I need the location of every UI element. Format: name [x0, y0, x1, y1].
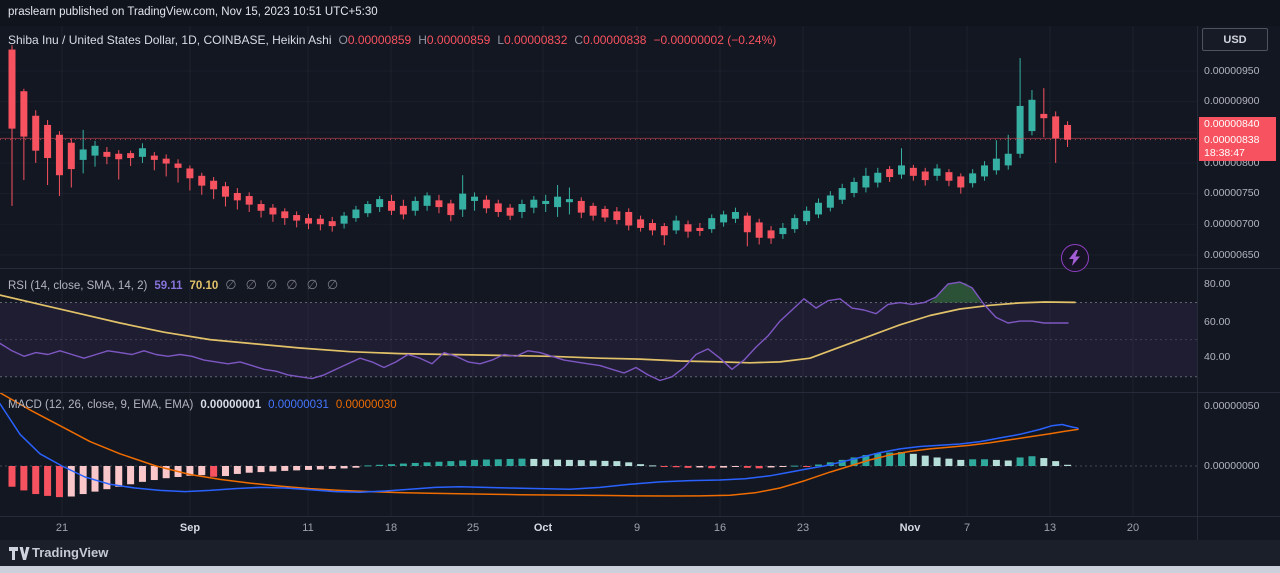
- empty-indicator-slot: ∅: [266, 277, 277, 292]
- axis-label: 40.00: [1204, 351, 1230, 363]
- ohlc-high: H0.00000859: [418, 31, 490, 49]
- empty-indicator-slot: ∅: [246, 277, 257, 292]
- axis-label: 80.00: [1204, 278, 1230, 290]
- time-label: 21: [56, 522, 68, 534]
- empty-indicator-slot: ∅: [225, 277, 236, 292]
- currency-toggle-button[interactable]: USD: [1202, 28, 1268, 51]
- macd-signal-value: 0.00000030: [336, 399, 397, 411]
- rsi-ma-value: 70.10: [190, 280, 219, 292]
- time-label: 16: [714, 522, 726, 534]
- alert-price-label[interactable]: 0.00000840: [1199, 117, 1276, 133]
- time-label: 18: [385, 522, 397, 534]
- time-label: 9: [634, 522, 640, 534]
- axis-label: 0.00000700: [1204, 218, 1259, 230]
- empty-indicator-slot: ∅: [327, 277, 338, 292]
- macd-line-value: 0.00000031: [268, 399, 329, 411]
- time-label: Sep: [180, 522, 200, 534]
- time-label: 7: [964, 522, 970, 534]
- time-label: Oct: [534, 522, 552, 534]
- time-label: 20: [1127, 522, 1139, 534]
- rsi-legend: RSI (14, close, SMA, 14, 2) 59.11 70.10 …: [8, 276, 347, 294]
- symbol-title[interactable]: Shiba Inu / United States Dollar, 1D, CO…: [8, 33, 331, 47]
- axis-label: 0.00000750: [1204, 187, 1259, 199]
- rsi-value: 59.11: [154, 280, 182, 292]
- footer-bar: TradingView: [0, 540, 1280, 566]
- axis-label: 0.00000050: [1204, 400, 1259, 412]
- symbol-legend: Shiba Inu / United States Dollar, 1D, CO…: [8, 31, 776, 49]
- axis-label: 0.00000900: [1204, 95, 1259, 107]
- ohlc-low: L0.00000832: [497, 31, 567, 49]
- rsi-empty-slots: ∅ ∅ ∅ ∅ ∅ ∅: [225, 276, 347, 294]
- time-label: Nov: [900, 522, 921, 534]
- countdown-timer: 18:38:47: [1204, 147, 1276, 160]
- ohlc-open: O0.00000859: [338, 31, 411, 49]
- time-label: 13: [1044, 522, 1056, 534]
- quick-trade-button[interactable]: [1061, 244, 1089, 272]
- axis-label: 60.00: [1204, 316, 1230, 328]
- macd-hist-value: 0.00000001: [200, 399, 261, 411]
- bottom-strip: [0, 566, 1280, 573]
- brand-name[interactable]: TradingView: [32, 545, 108, 560]
- axis-label: 0.00000950: [1204, 65, 1259, 77]
- macd-label[interactable]: MACD (12, 26, close, 9, EMA, EMA): [8, 399, 193, 411]
- time-label: 23: [797, 522, 809, 534]
- rsi-label[interactable]: RSI (14, close, SMA, 14, 2): [8, 280, 147, 292]
- tradingview-snapshot: praslearn published on TradingView.com, …: [0, 0, 1280, 573]
- axis-label: 0.00000650: [1204, 249, 1259, 261]
- empty-indicator-slot: ∅: [307, 277, 318, 292]
- time-label: 25: [467, 522, 479, 534]
- ohlc-close: C0.00000838: [574, 31, 646, 49]
- last-price-label: 0.00000838 18:38:47: [1199, 133, 1276, 161]
- macd-legend: MACD (12, 26, close, 9, EMA, EMA) 0.0000…: [8, 399, 397, 411]
- empty-indicator-slot: ∅: [286, 277, 297, 292]
- ohlc-change: −0.00000002 (−0.24%): [653, 33, 776, 47]
- axis-label: 0.00000000: [1204, 460, 1259, 472]
- lightning-icon: [1068, 250, 1082, 266]
- last-price-value: 0.00000838: [1204, 134, 1276, 147]
- time-label: 11: [302, 522, 313, 534]
- tradingview-logo-icon[interactable]: [9, 546, 30, 561]
